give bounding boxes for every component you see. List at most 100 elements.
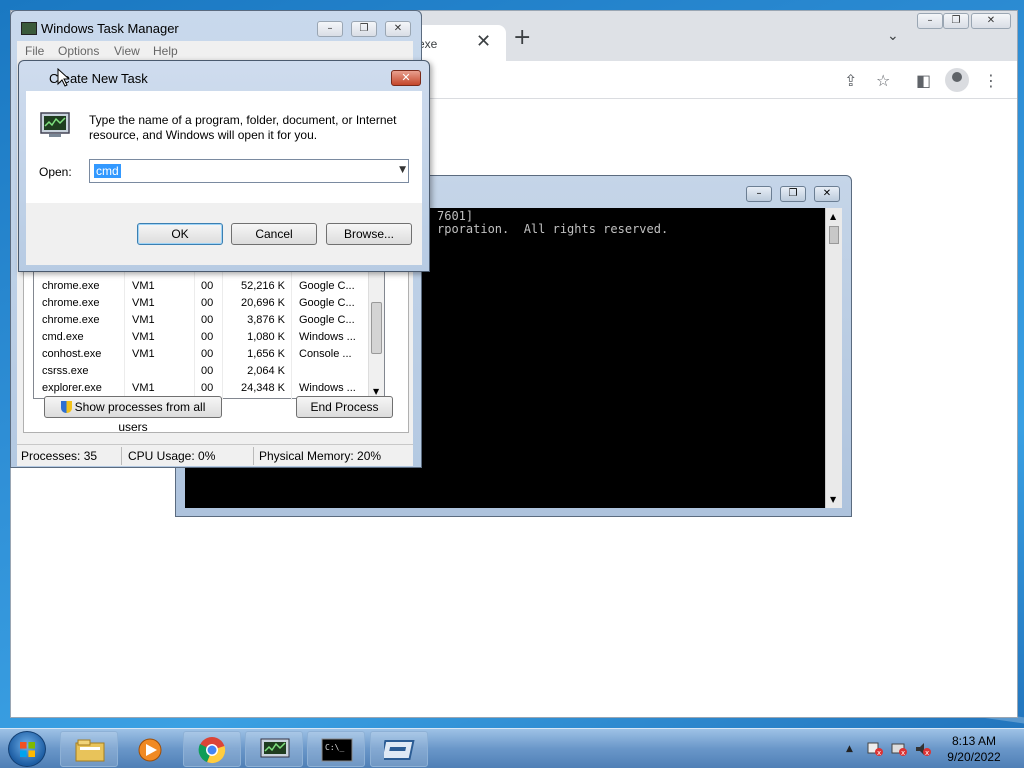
open-label: Open:: [39, 165, 72, 179]
new-tab-icon[interactable]: +: [513, 25, 531, 50]
browse-button[interactable]: Browse...: [326, 223, 412, 245]
process-mem: 20,696 K: [240, 297, 285, 309]
open-command-input[interactable]: cmd ▼: [89, 159, 409, 183]
tab-search-icon[interactable]: ⌄: [887, 28, 899, 44]
share-icon[interactable]: ⇪: [844, 71, 857, 90]
menu-help[interactable]: Help: [153, 44, 178, 58]
tray-expand-icon[interactable]: ▲: [846, 744, 853, 754]
scroll-down-icon[interactable]: ▼: [830, 495, 836, 504]
console-restore-button[interactable]: ❐: [780, 186, 806, 202]
process-name: cmd.exe: [42, 331, 84, 343]
chrome-minimize-button[interactable]: –: [917, 13, 943, 29]
process-scroll-thumb[interactable]: [371, 302, 382, 354]
tm-minimize-button[interactable]: –: [317, 21, 343, 37]
action-center-icon[interactable]: x: [866, 741, 884, 757]
side-panel-icon[interactable]: ◧: [916, 71, 931, 90]
process-row[interactable]: chrome.exe VM1 00 3,876 K Google C...: [34, 312, 370, 329]
cancel-button[interactable]: Cancel: [231, 223, 317, 245]
windows-logo-icon: [20, 742, 35, 757]
status-processes: Processes: 35: [21, 449, 98, 463]
process-cpu: 00: [201, 382, 214, 394]
task-manager-icon: [40, 112, 70, 137]
menu-file[interactable]: File: [25, 44, 44, 58]
process-cpu: 00: [201, 297, 214, 309]
scroll-down-icon[interactable]: ▼: [373, 387, 379, 396]
process-user: VM1: [132, 314, 155, 326]
chrome-restore-button[interactable]: ❐: [943, 13, 969, 29]
dialog-close-button[interactable]: ✕: [391, 70, 421, 86]
clock-date: 9/20/2022: [947, 750, 1001, 764]
tab-close-icon[interactable]: ✕: [476, 31, 491, 52]
process-cpu: 00: [201, 280, 214, 292]
profile-avatar-icon[interactable]: [945, 68, 969, 92]
start-button[interactable]: [8, 731, 46, 767]
process-row[interactable]: chrome.exe VM1 00 52,216 K Google C...: [34, 278, 370, 295]
menu-view[interactable]: View: [114, 44, 140, 58]
taskbar-media-player[interactable]: [120, 731, 178, 767]
task-manager-app-icon: [21, 22, 37, 35]
tm-restore-button[interactable]: ❐: [351, 21, 377, 37]
dialog-description: Type the name of a program, folder, docu…: [89, 113, 397, 142]
taskbar-chrome[interactable]: [183, 731, 241, 767]
process-name: chrome.exe: [42, 280, 100, 292]
process-desc: Windows ...: [299, 331, 356, 343]
taskbar-cmd[interactable]: C:\_: [307, 731, 365, 767]
process-row[interactable]: csrss.exe 00 2,064 K: [34, 363, 370, 380]
chrome-close-button[interactable]: ✕: [971, 13, 1011, 29]
task-manager-status-bar: Processes: 35 CPU Usage: 0% Physical Mem…: [17, 444, 413, 466]
process-row[interactable]: chrome.exe VM1 00 20,696 K Google C...: [34, 295, 370, 312]
process-list[interactable]: chrome.exe VM1 00 52,216 K Google C... chrome…: [33, 271, 385, 400]
process-mem: 1,080 K: [247, 331, 285, 343]
dropdown-arrow-icon[interactable]: ▼: [399, 165, 406, 175]
status-divider: [253, 447, 254, 465]
end-process-button[interactable]: End Process: [296, 396, 393, 418]
status-memory: Physical Memory: 20%: [259, 449, 382, 463]
volume-muted-icon[interactable]: x: [914, 741, 932, 757]
task-manager-icon: [260, 738, 290, 758]
console-close-button[interactable]: ✕: [814, 186, 840, 202]
process-name: conhost.exe: [42, 348, 102, 360]
process-name: chrome.exe: [42, 314, 100, 326]
svg-text:x: x: [877, 749, 881, 757]
status-cpu: CPU Usage: 0%: [128, 449, 216, 463]
process-user: VM1: [132, 297, 155, 309]
process-list-scrollbar[interactable]: ▼: [368, 272, 384, 398]
task-manager-title: Windows Task Manager: [41, 21, 179, 36]
bookmark-star-icon[interactable]: ☆: [876, 71, 890, 90]
svg-text:x: x: [925, 749, 929, 757]
process-row[interactable]: conhost.exe VM1 00 1,656 K Console ...: [34, 346, 370, 363]
process-mem: 52,216 K: [240, 280, 285, 292]
process-cpu: 00: [201, 314, 214, 326]
status-divider: [121, 447, 122, 465]
menu-options[interactable]: Options: [58, 44, 99, 58]
process-row[interactable]: explorer.exe VM1 00 24,348 K Windows ...: [34, 380, 370, 397]
process-name: explorer.exe: [42, 382, 102, 394]
uac-shield-icon: [60, 401, 72, 413]
taskbar-task-manager[interactable]: [245, 731, 303, 767]
process-desc: Google C...: [299, 314, 355, 326]
console-scrollbar[interactable]: ▲ ▼: [825, 208, 842, 508]
scroll-up-icon[interactable]: ▲: [830, 212, 836, 221]
system-clock[interactable]: 8:13 AM 9/20/2022: [944, 733, 1004, 765]
process-mem: 2,064 K: [247, 365, 285, 377]
process-user: VM1: [132, 331, 155, 343]
chrome-menu-icon[interactable]: ⋮: [983, 71, 999, 90]
taskbar: C:\_ ▲ x x x 8:13 AM 9/20/2022: [0, 728, 1024, 768]
open-command-value: cmd: [94, 164, 121, 178]
mouse-cursor-icon: [57, 68, 69, 87]
svg-text:x: x: [901, 749, 905, 757]
process-cpu: 00: [201, 365, 214, 377]
media-player-icon: [138, 738, 162, 762]
show-all-processes-button[interactable]: Show processes from all users: [44, 396, 222, 434]
taskbar-run-dialog[interactable]: [370, 731, 428, 767]
tm-close-button[interactable]: ✕: [385, 21, 411, 37]
taskbar-explorer[interactable]: [60, 731, 118, 767]
console-minimize-button[interactable]: –: [746, 186, 772, 202]
process-row[interactable]: cmd.exe VM1 00 1,080 K Windows ...: [34, 329, 370, 346]
ok-button[interactable]: OK: [137, 223, 223, 245]
process-user: VM1: [132, 348, 155, 360]
console-scroll-thumb[interactable]: [829, 226, 839, 244]
network-icon[interactable]: x: [890, 741, 908, 757]
process-name: csrss.exe: [42, 365, 89, 377]
process-desc: Console ...: [299, 348, 352, 360]
